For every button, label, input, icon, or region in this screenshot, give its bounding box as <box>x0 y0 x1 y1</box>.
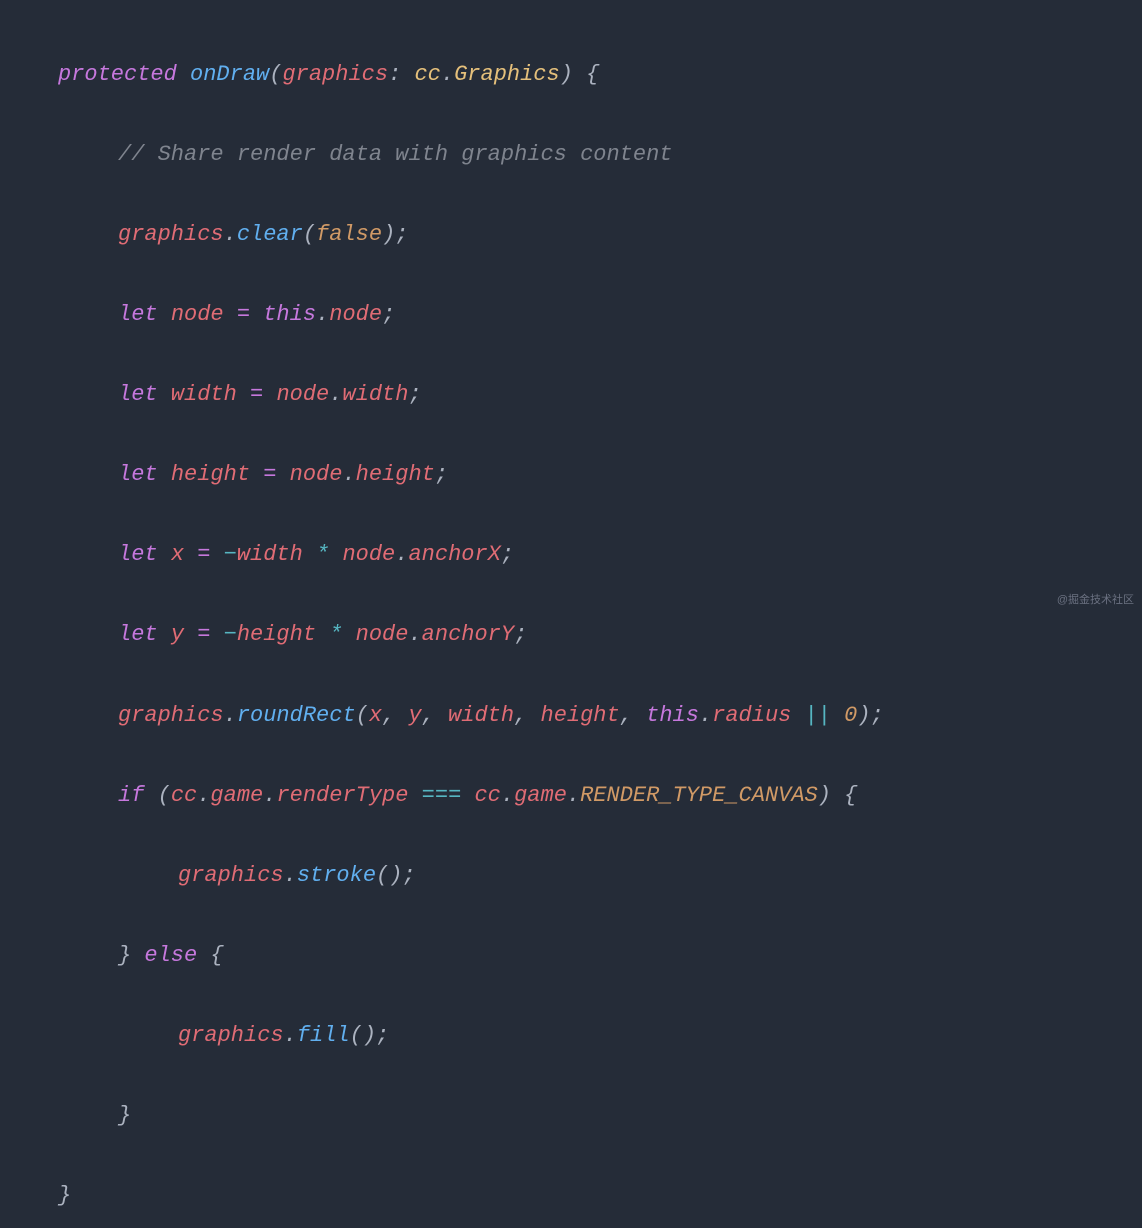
arg-y: y <box>408 703 421 728</box>
var-graphics: graphics <box>118 703 224 728</box>
code-line-12: } else { <box>0 936 1142 976</box>
method-roundrect: roundRect <box>237 703 356 728</box>
prop-anchory: anchorY <box>422 622 514 647</box>
watermark: @掘金技术社区 <box>1057 590 1134 610</box>
code-line-3: graphics.clear(false); <box>0 215 1142 255</box>
method-fill: fill <box>297 1023 350 1048</box>
prop-anchorx: anchorX <box>408 542 500 567</box>
ref-node: node <box>276 382 329 407</box>
literal-zero: 0 <box>844 703 857 728</box>
ref-node: node <box>342 542 395 567</box>
ref-cc: cc <box>474 783 500 808</box>
type-graphics: Graphics <box>454 62 560 87</box>
prop-game: game <box>210 783 263 808</box>
comment: // Share render data with graphics conte… <box>118 142 673 167</box>
var-node: node <box>171 302 224 327</box>
code-line-13: graphics.fill(); <box>0 1016 1142 1056</box>
keyword-if: if <box>118 783 144 808</box>
ref-height: height <box>237 622 316 647</box>
keyword-let: let <box>118 382 158 407</box>
code-line-8: let y = −height * node.anchorY; <box>0 615 1142 655</box>
op-strict-eq: === <box>422 783 462 808</box>
prop-radius: radius <box>712 703 791 728</box>
method-stroke: stroke <box>297 863 376 888</box>
code-line-14: } <box>0 1096 1142 1136</box>
op-mul: * <box>316 542 329 567</box>
method-clear: clear <box>237 222 303 247</box>
arg-x: x <box>369 703 382 728</box>
keyword-let: let <box>118 622 158 647</box>
op-negate: − <box>224 542 237 567</box>
code-line-1: protected onDraw(graphics: cc.Graphics) … <box>0 55 1142 95</box>
prop-width: width <box>342 382 408 407</box>
keyword-protected: protected <box>58 62 177 87</box>
code-line-5: let width = node.width; <box>0 375 1142 415</box>
keyword-else: else <box>144 943 197 968</box>
arg-width: width <box>448 703 514 728</box>
var-y: y <box>171 622 184 647</box>
keyword-let: let <box>118 302 158 327</box>
function-name: onDraw <box>190 62 269 87</box>
ref-width: width <box>237 542 303 567</box>
arg-height: height <box>541 703 620 728</box>
op-mul: * <box>329 622 342 647</box>
keyword-this: this <box>263 302 316 327</box>
var-width: width <box>171 382 237 407</box>
type-cc: cc <box>414 62 440 87</box>
keyword-let: let <box>118 462 158 487</box>
var-graphics: graphics <box>118 222 224 247</box>
ref-node: node <box>356 622 409 647</box>
code-line-10: if (cc.game.renderType === cc.game.RENDE… <box>0 776 1142 816</box>
code-line-4: let node = this.node; <box>0 295 1142 335</box>
code-line-11: graphics.stroke(); <box>0 856 1142 896</box>
code-line-6: let height = node.height; <box>0 455 1142 495</box>
code-line-9: graphics.roundRect(x, y, width, height, … <box>0 696 1142 736</box>
ref-cc: cc <box>171 783 197 808</box>
prop-game: game <box>514 783 567 808</box>
var-graphics: graphics <box>178 863 284 888</box>
prop-height: height <box>356 462 435 487</box>
op-negate: − <box>224 622 237 647</box>
var-x: x <box>171 542 184 567</box>
var-height: height <box>171 462 250 487</box>
ref-node: node <box>290 462 343 487</box>
keyword-let: let <box>118 542 158 567</box>
literal-false: false <box>316 222 382 247</box>
code-line-2: // Share render data with graphics conte… <box>0 135 1142 175</box>
code-line-15: } <box>0 1176 1142 1216</box>
code-block: protected onDraw(graphics: cc.Graphics) … <box>0 15 1142 1228</box>
op-or: || <box>805 703 831 728</box>
keyword-this: this <box>646 703 699 728</box>
prop-rendertype: renderType <box>276 783 408 808</box>
code-line-7: let x = −width * node.anchorX; <box>0 535 1142 575</box>
const-render-type-canvas: RENDER_TYPE_CANVAS <box>580 783 818 808</box>
var-graphics: graphics <box>178 1023 284 1048</box>
prop-node: node <box>329 302 382 327</box>
param-graphics: graphics <box>282 62 388 87</box>
